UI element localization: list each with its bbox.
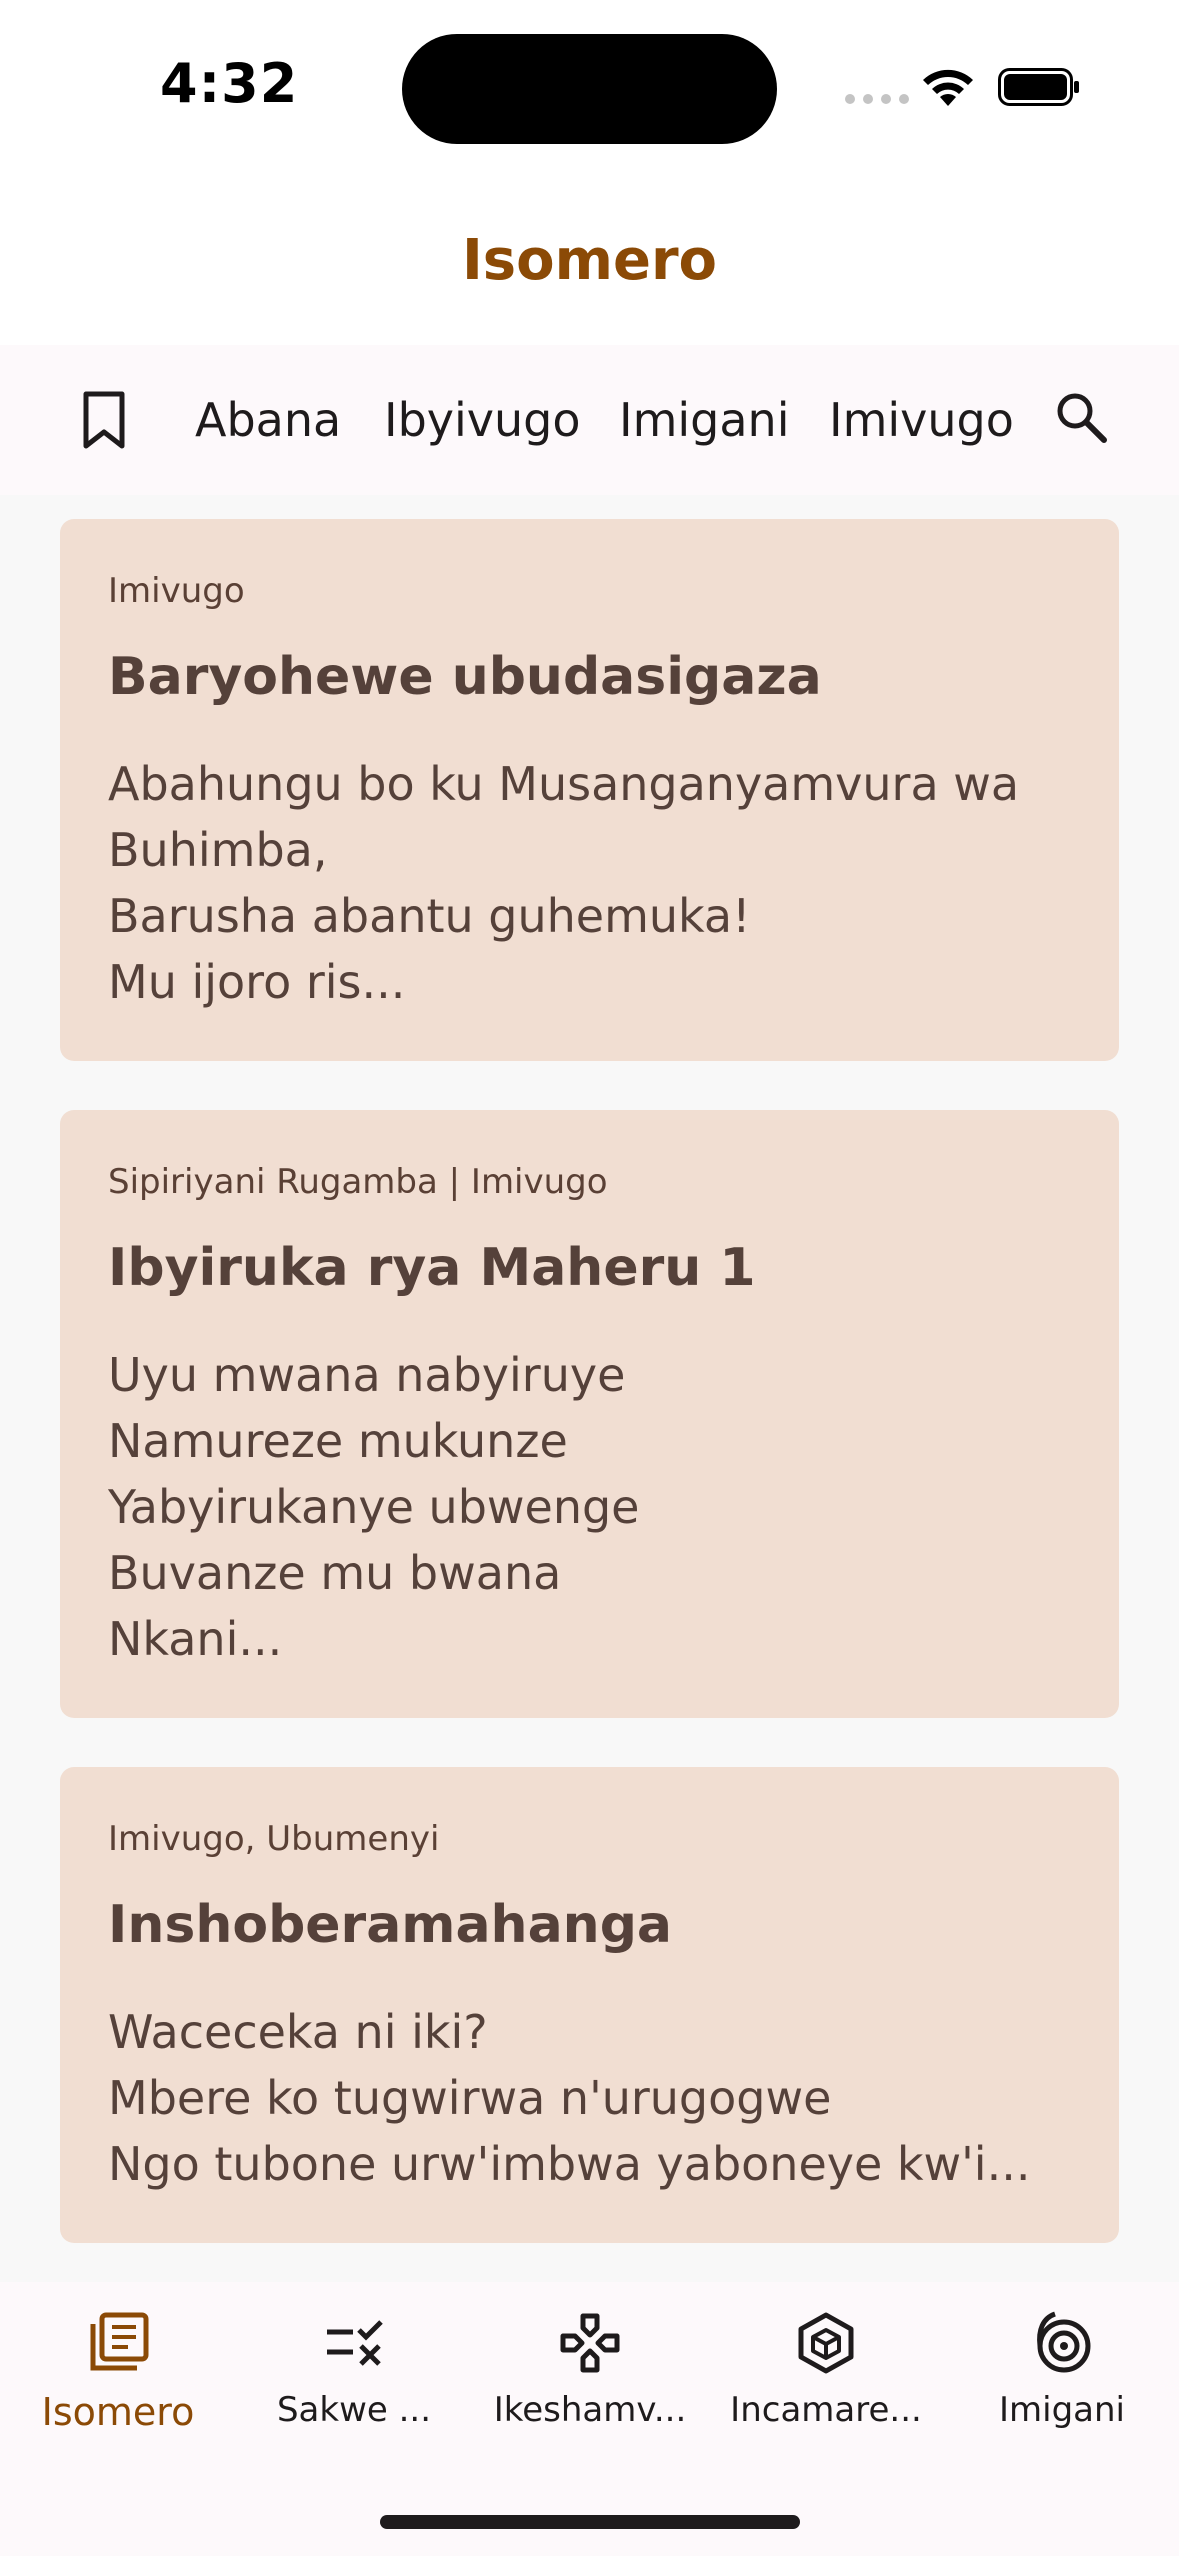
wifi-icon [923,69,973,106]
card-excerpt: Abahungu bo ku Musanganyamvura wa Buhimb… [108,757,1020,1009]
spiral-icon [1037,2311,1091,2373]
card-excerpt: Waceceka ni iki? Mbere ko tugwirwa n'uru… [108,2005,1031,2191]
nav-item-imigani[interactable]: Imigani [944,2310,1179,2430]
battery-icon [998,68,1079,106]
nav-item-ikeshamvugo[interactable]: Ikeshamv... [472,2310,708,2430]
page-title: Isomero [461,228,718,293]
cellular-signal-icon [845,94,909,104]
story-card[interactable]: Sipiriyani Rugamba | Imivugo Ibyiruka ry… [60,1110,1119,1718]
card-excerpt: Uyu mwana nabyiruye Namureze mukunze Yab… [108,1348,640,1666]
search-icon[interactable] [1052,388,1110,446]
tab-imivugo[interactable]: Imivugo [829,390,1014,450]
tab-abana[interactable]: Abana [195,390,341,450]
cube-icon [798,2312,854,2374]
bookmark-icon[interactable] [80,390,128,450]
nav-label: Isomero [41,2390,195,2434]
story-card[interactable]: Imivugo, Ubumenyi Inshoberamahanga Wacec… [60,1767,1119,2243]
dynamic-island [402,34,777,144]
home-indicator[interactable] [380,2515,800,2529]
nav-label: Ikeshamv... [493,2390,687,2430]
story-card[interactable]: Imivugo Baryohewe ubudasigaza Abahungu b… [60,519,1119,1061]
card-category: Imivugo [108,571,245,611]
card-category: Sipiriyani Rugamba | Imivugo [108,1162,608,1202]
game-icon [560,2313,620,2373]
tab-imigani[interactable]: Imigani [619,390,789,450]
quiz-icon [327,2320,383,2366]
card-title: Baryohewe ubudasigaza [108,647,822,707]
card-category: Imivugo, Ubumenyi [108,1819,440,1859]
library-icon [90,2312,149,2371]
nav-label: Imigani [998,2390,1125,2430]
nav-label: Incamare... [730,2390,922,2430]
status-time: 4:32 [160,52,299,115]
nav-item-sakwe[interactable]: Sakwe ... [236,2310,472,2430]
nav-item-isomero[interactable]: Isomero [0,2310,236,2434]
tab-ibyivugo[interactable]: Ibyivugo [384,390,581,450]
nav-item-incamarenga[interactable]: Incamare... [708,2310,944,2430]
card-title: Ibyiruka rya Maheru 1 [108,1238,756,1298]
card-title: Inshoberamahanga [108,1895,673,1955]
nav-label: Sakwe ... [276,2390,432,2430]
